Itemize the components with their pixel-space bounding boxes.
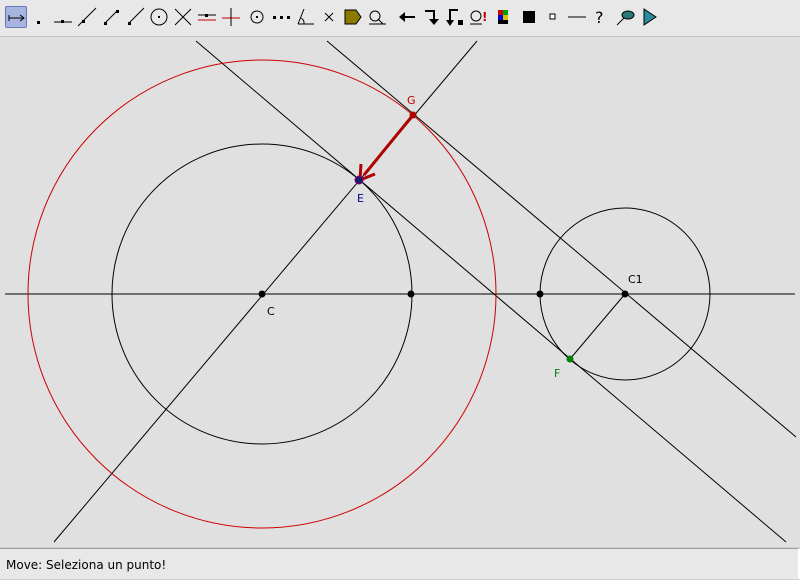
segment-f-c1[interactable] (569, 293, 626, 360)
label-f: F (554, 367, 560, 380)
help-tool-icon[interactable]: ? (590, 6, 612, 28)
angle-tool-icon[interactable] (294, 6, 316, 28)
redo-tool-icon[interactable] (420, 6, 442, 28)
status-text: Move: Seleziona un punto! (6, 558, 167, 572)
play-tool-icon[interactable] (638, 6, 660, 28)
point-g[interactable] (409, 111, 417, 119)
measure-tool-icon[interactable] (366, 6, 388, 28)
geometry-svg[interactable]: C C1 E F G (0, 37, 800, 547)
label-c: C (267, 305, 275, 318)
undo-tool-icon[interactable] (396, 6, 418, 28)
point-c[interactable] (258, 290, 266, 298)
label-e: E (357, 192, 364, 205)
intersection-tool-icon[interactable] (172, 6, 194, 28)
hide-tool-icon[interactable] (444, 6, 466, 28)
perpendicular-tool-icon[interactable] (220, 6, 242, 28)
circle-center-tool-icon[interactable] (246, 6, 268, 28)
label-c1: C1 (628, 273, 643, 286)
line-style-tool-icon[interactable] (566, 6, 588, 28)
point-f[interactable] (566, 355, 574, 363)
move-tool-icon[interactable] (5, 6, 27, 28)
vector-g-e[interactable] (362, 114, 415, 176)
trace-tool-icon[interactable] (614, 6, 636, 28)
circle-tool-icon[interactable] (148, 6, 170, 28)
status-bar: Move: Seleziona un punto! (0, 548, 800, 579)
svg-text:?: ? (595, 8, 604, 27)
point-circle-c-right[interactable] (407, 290, 415, 298)
segment-tool-icon[interactable] (100, 6, 122, 28)
label-g: G (407, 94, 416, 107)
label-tool-icon[interactable] (342, 6, 364, 28)
delete-tool-icon[interactable] (318, 6, 340, 28)
parallel-line-g-c1[interactable] (326, 40, 797, 438)
toolbar: ! ? (0, 0, 800, 37)
tangent-line-e-f[interactable] (195, 40, 787, 543)
ray-tool-icon[interactable] (124, 6, 146, 28)
point-c1[interactable] (621, 290, 629, 298)
svg-text:!: ! (482, 10, 487, 24)
show-hidden-tool-icon[interactable]: ! (468, 6, 490, 28)
point-e[interactable] (354, 175, 364, 185)
point-circle-c1-left[interactable] (536, 290, 544, 298)
line-tool-icon[interactable] (76, 6, 98, 28)
point-style-tool-icon[interactable] (542, 6, 564, 28)
point-tool-icon[interactable] (28, 6, 50, 28)
point-on-line-tool-icon[interactable] (52, 6, 74, 28)
midpoint-tool-icon[interactable] (270, 6, 292, 28)
color-palette-tool-icon[interactable] (494, 6, 516, 28)
drawing-canvas[interactable]: C C1 E F G (0, 37, 800, 547)
parallel-tool-icon[interactable] (196, 6, 218, 28)
fill-black-tool-icon[interactable] (518, 6, 540, 28)
